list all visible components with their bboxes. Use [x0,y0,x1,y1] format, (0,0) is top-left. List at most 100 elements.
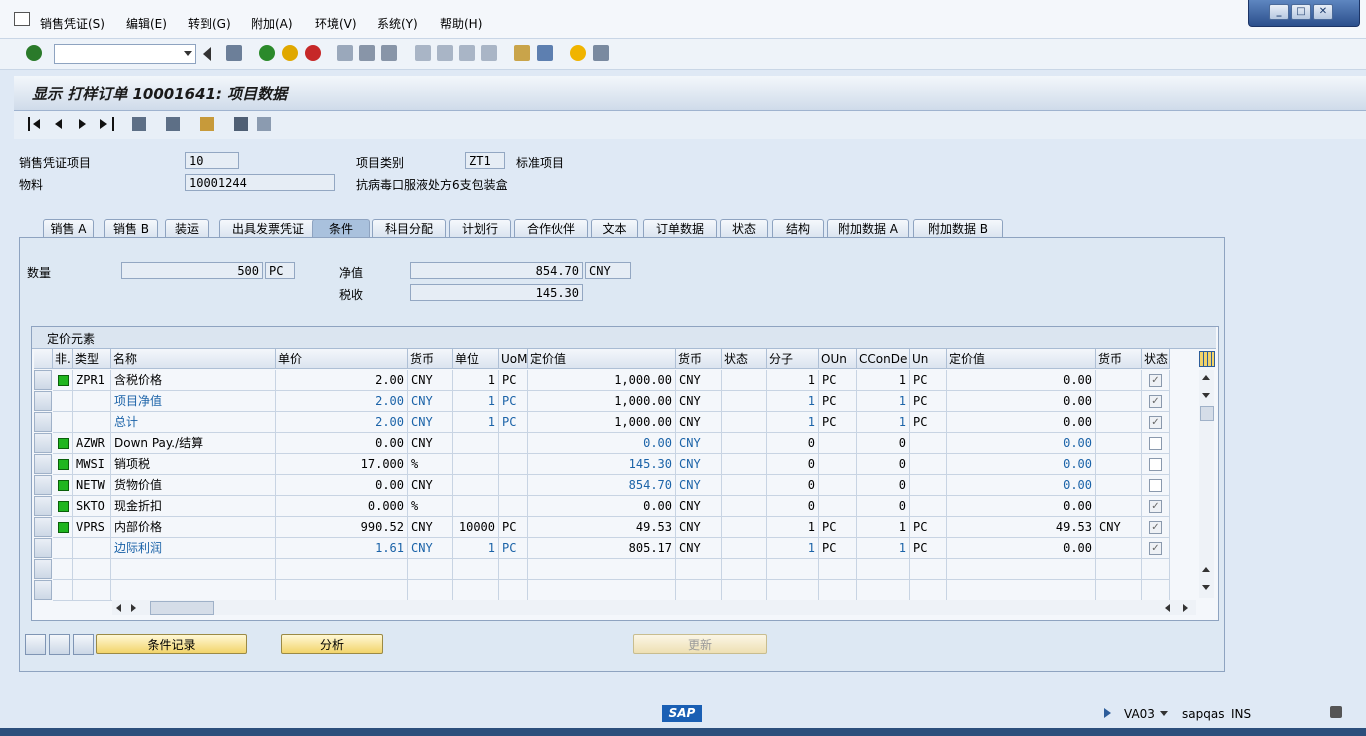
table-cell[interactable] [767,559,819,580]
restore-icon[interactable]: □ [1291,4,1311,20]
table-cell[interactable] [722,475,767,496]
table-cell[interactable]: CNY [676,496,722,517]
table-cell[interactable] [1142,559,1170,580]
table-cell[interactable]: 1 [767,412,819,433]
tab-billing-doc[interactable]: 出具发票凭证 [219,219,317,238]
table-cell[interactable] [453,475,499,496]
table-cell[interactable]: 1 [857,391,910,412]
table-cell[interactable] [722,433,767,454]
create-session-icon[interactable] [514,45,530,61]
table-cell[interactable] [1142,454,1170,475]
table-cell[interactable]: 1 [453,370,499,391]
grid-layout-icon[interactable] [1199,351,1215,367]
tab-schedule-lines[interactable]: 计划行 [449,219,511,238]
table-cell[interactable]: PC [910,412,947,433]
column-header[interactable]: 分子 [767,349,819,369]
table-cell[interactable] [1096,475,1142,496]
table-cell[interactable]: 1 [767,391,819,412]
tab-sales-a[interactable]: 销售 A [43,219,94,238]
table-cell[interactable]: 1 [453,412,499,433]
last-page-tb-icon[interactable] [481,45,497,61]
table-cell[interactable]: 0.00 [947,454,1096,475]
table-cell[interactable]: 2.00 [276,370,408,391]
column-header[interactable]: 定价值 [947,349,1096,369]
table-cell[interactable] [408,559,453,580]
table-cell[interactable]: 854.70 [528,475,676,496]
first-page-tb-icon[interactable] [415,45,431,61]
details-icon[interactable] [25,634,46,655]
net-value-field[interactable]: 854.70 [410,262,583,279]
table-cell[interactable] [722,580,767,601]
table-cell[interactable]: SKTO [73,496,111,517]
select-all-cell[interactable] [34,349,53,369]
column-header[interactable]: 非. [53,349,73,369]
tab-additional-a[interactable]: 附加数据 A [827,219,909,238]
menu-extras[interactable]: 附加(A) [251,15,293,32]
table-cell[interactable] [722,370,767,391]
tab-conditions[interactable]: 条件 [312,219,370,238]
column-header[interactable]: CConDe [857,349,910,369]
table-cell[interactable]: ZPR1 [73,370,111,391]
analysis-button[interactable]: 分析 [281,634,383,654]
next-page-tb-icon[interactable] [459,45,475,61]
column-header[interactable]: OUn [819,349,857,369]
tab-order-data[interactable]: 订单数据 [643,219,717,238]
checked-checkbox[interactable]: ✓ [1149,416,1162,429]
save-icon[interactable] [226,45,242,61]
scroll-down-bottom-icon[interactable] [1202,585,1210,590]
table-cell[interactable] [73,391,111,412]
table-cell[interactable] [499,559,528,580]
row-selector[interactable] [34,433,52,453]
item-overview-icon[interactable] [166,117,180,131]
table-cell[interactable] [1096,538,1142,559]
table-cell[interactable] [53,517,73,538]
menu-edit[interactable]: 编辑(E) [126,15,167,32]
vertical-scrollbar[interactable] [1199,370,1214,598]
table-cell[interactable]: 1 [857,370,910,391]
table-cell[interactable]: 0.00 [528,496,676,517]
table-cell[interactable] [53,496,73,517]
table-cell[interactable] [453,559,499,580]
table-cell[interactable]: 2.00 [276,412,408,433]
table-cell[interactable]: 1 [453,391,499,412]
table-cell[interactable]: PC [499,391,528,412]
table-cell[interactable]: 1 [767,538,819,559]
scroll-right-end-icon[interactable] [1183,604,1188,612]
table-cell[interactable]: 17.000 [276,454,408,475]
table-cell[interactable]: 0.00 [947,412,1096,433]
table-cell[interactable] [53,454,73,475]
checked-checkbox[interactable]: ✓ [1149,542,1162,555]
scroll-left-icon[interactable] [116,604,121,612]
table-cell[interactable]: 145.30 [528,454,676,475]
table-cell[interactable] [73,559,111,580]
table-cell[interactable]: 0.00 [947,433,1096,454]
table-cell[interactable]: 1 [857,538,910,559]
scroll-up-icon[interactable] [1202,375,1210,380]
close-icon[interactable]: ✕ [1313,4,1333,20]
scroll-down-icon[interactable] [1202,393,1210,398]
table-cell[interactable] [111,559,276,580]
table-cell[interactable] [722,412,767,433]
table-cell[interactable]: CNY [408,370,453,391]
quantity-field[interactable]: 500 [121,262,263,279]
table-cell[interactable] [276,580,408,601]
table-cell[interactable]: 0.000 [276,496,408,517]
table-cell[interactable]: 0 [767,496,819,517]
condition-record-button[interactable]: 条件记录 [96,634,247,654]
table-cell[interactable]: NETW [73,475,111,496]
table-cell[interactable] [499,433,528,454]
table-cell[interactable] [676,559,722,580]
table-cell[interactable]: PC [819,370,857,391]
table-cell[interactable] [1142,475,1170,496]
cancel-icon[interactable] [305,45,321,61]
table-cell[interactable] [73,538,111,559]
table-cell[interactable]: 0.00 [947,370,1096,391]
table-cell[interactable] [857,580,910,601]
hscroll-thumb[interactable] [150,601,214,615]
table-cell[interactable]: 0.00 [276,433,408,454]
row-selector[interactable] [34,370,52,390]
table-cell[interactable] [722,496,767,517]
scroll-left-end-icon[interactable] [1165,604,1170,612]
table-cell[interactable]: 0.00 [947,475,1096,496]
table-cell[interactable] [1096,559,1142,580]
